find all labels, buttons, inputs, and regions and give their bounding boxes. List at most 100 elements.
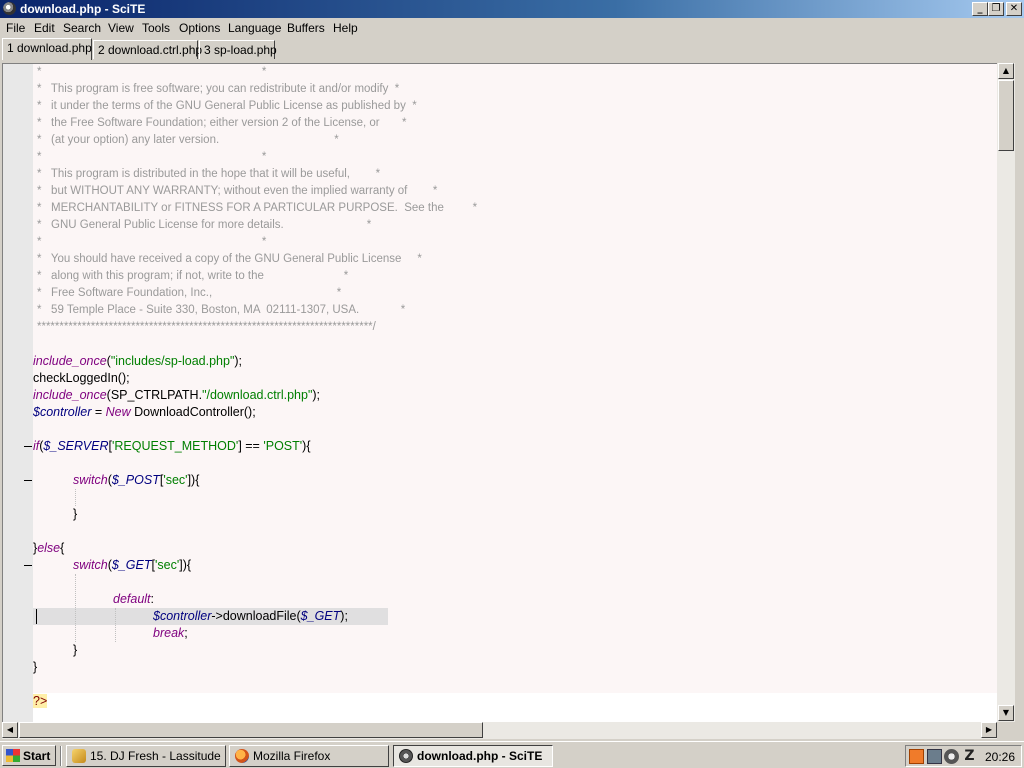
code-token: } [73,643,78,657]
scroll-up-icon[interactable]: ▲ [998,63,1014,79]
fold-marker-icon[interactable] [24,565,32,566]
code-token: } [33,660,38,674]
menu-edit[interactable]: Edit [34,21,55,35]
tab-download-ctrl-php[interactable]: 2 download.ctrl.php [93,40,202,59]
taskbar-button-firefox[interactable]: Mozilla Firefox [229,745,389,767]
comment-text: * (at your option) any later version. * [37,134,339,146]
minimize-button[interactable]: _ [972,2,988,16]
taskbar-button-scite[interactable]: download.php - SciTE [393,745,553,767]
comment-text: * You should have received a copy of the… [37,253,422,265]
comment-line: * * [33,149,997,166]
horizontal-scroll-thumb[interactable] [19,722,483,738]
close-button[interactable]: ✕ [1006,2,1022,16]
code-line: switch($_GET['sec']){ [73,558,192,572]
comment-text: * along with this program; if not, write… [37,270,349,282]
code-token: $_POST [111,473,160,487]
comment-text: * 59 Temple Place - Suite 330, Boston, M… [37,304,406,316]
comment-text: ****************************************… [37,321,376,333]
code-token: = [91,405,106,419]
vertical-scrollbar[interactable]: ▲ ▼ [997,63,1015,722]
comment-line: * MERCHANTABILITY or FITNESS FOR A PARTI… [33,200,997,217]
fold-margin[interactable] [3,64,33,722]
start-button[interactable]: Start [2,745,56,766]
menu-options[interactable]: Options [179,21,220,35]
menu-language[interactable]: Language [228,21,281,35]
tab-label: 3 sp-load.php [204,43,277,57]
code-token: ->downloadFile( [211,609,301,623]
code-token: ); [340,609,348,623]
xampp-icon[interactable] [909,749,924,764]
title-bar: download.php - SciTE _ ❐ ✕ [0,0,1024,18]
code-token: $controller [153,609,212,623]
code-token: include_once [33,354,107,368]
code-line: include_once("includes/sp-load.php"); [33,354,243,368]
taskbar: Start 15. DJ Fresh - Lassitude ... Mozil… [0,741,1024,768]
code-token: 'POST' [263,439,303,453]
scroll-left-icon[interactable]: ◀ [2,722,18,738]
menu-help[interactable]: Help [333,21,358,35]
indent-guide [75,574,76,642]
code-token: ?> [33,694,48,708]
network-icon[interactable] [927,749,942,764]
comment-text: * Free Software Foundation, Inc., * [37,287,342,299]
fold-marker-icon[interactable] [24,480,32,481]
comment-line: * This program is distributed in the hop… [33,166,997,183]
code-line: }else{ [33,540,997,557]
scite-app-icon [3,2,16,15]
tab-download-php[interactable]: 1 download.php [2,38,92,60]
code-line: switch($_POST['sec']){ [73,473,200,487]
code-token: checkLoggedIn(); [33,371,130,385]
code-token: default [113,592,151,606]
media-player-icon [72,749,86,763]
code-line: $controller = New DownloadController(); [33,404,997,421]
scroll-right-icon[interactable]: ▶ [981,722,997,738]
menu-search[interactable]: Search [63,21,101,35]
taskbar-button-media-player[interactable]: 15. DJ Fresh - Lassitude ... [66,745,226,767]
comment-line: * * [33,64,997,81]
scroll-down-icon[interactable]: ▼ [998,705,1014,721]
restore-button[interactable]: ❐ [988,2,1004,16]
comment-text: * * [37,236,267,248]
code-token: else [37,541,61,555]
code-line: if($_SERVER['REQUEST_METHOD'] == 'POST')… [33,439,311,453]
menu-tools[interactable]: Tools [142,21,170,35]
code-line: } [33,506,997,523]
code-line: default: [33,591,997,608]
menu-buffers[interactable]: Buffers [287,21,325,35]
menu-bar: File Edit Search View Tools Options Lang… [0,18,1024,38]
code-token: ]){ [187,473,200,487]
code-token: (SP_CTRLPATH. [106,388,203,402]
comment-text: * This program is free software; you can… [37,83,400,95]
code-token: include_once [33,388,107,402]
tab-label: 1 download.php [7,41,92,55]
comment-text: * the Free Software Foundation; either v… [37,117,407,129]
vertical-scroll-thumb[interactable] [998,80,1014,151]
fold-marker-icon[interactable] [24,446,32,447]
tab-sp-load-php[interactable]: 3 sp-load.php [199,40,277,59]
horizontal-scrollbar[interactable]: ◀ ▶ [2,722,997,739]
comment-line: * * [33,234,997,251]
code-editor[interactable]: * * * This program is free software; you… [2,63,997,722]
code-line: } [33,642,997,659]
code-token: switch [73,473,108,487]
comment-text: * it under the terms of the GNU General … [37,100,417,112]
code-token: $_GET [111,558,152,572]
comment-line: * 59 Temple Place - Suite 330, Boston, M… [33,302,997,319]
scite-tray-icon[interactable] [944,749,959,764]
menu-file[interactable]: File [6,21,25,35]
comment-line: * but WITHOUT ANY WARRANTY; without even… [33,183,997,200]
menu-view[interactable]: View [108,21,134,35]
system-tray: Z 20:26 [905,745,1022,767]
code-token: 'REQUEST_METHOD' [112,439,239,453]
comment-line: * it under the terms of the GNU General … [33,98,997,115]
scite-icon [399,749,413,763]
code-token: ]){ [179,558,192,572]
comment-line: * (at your option) any later version. * [33,132,997,149]
zone-alarm-icon[interactable]: Z [962,749,977,764]
comment-line: * the Free Software Foundation; either v… [33,115,997,132]
code-token: { [60,541,65,555]
code-token: : [150,592,155,606]
windows-logo-icon [6,749,20,762]
code-token: $_GET [300,609,341,623]
code-token: ; [184,626,188,640]
